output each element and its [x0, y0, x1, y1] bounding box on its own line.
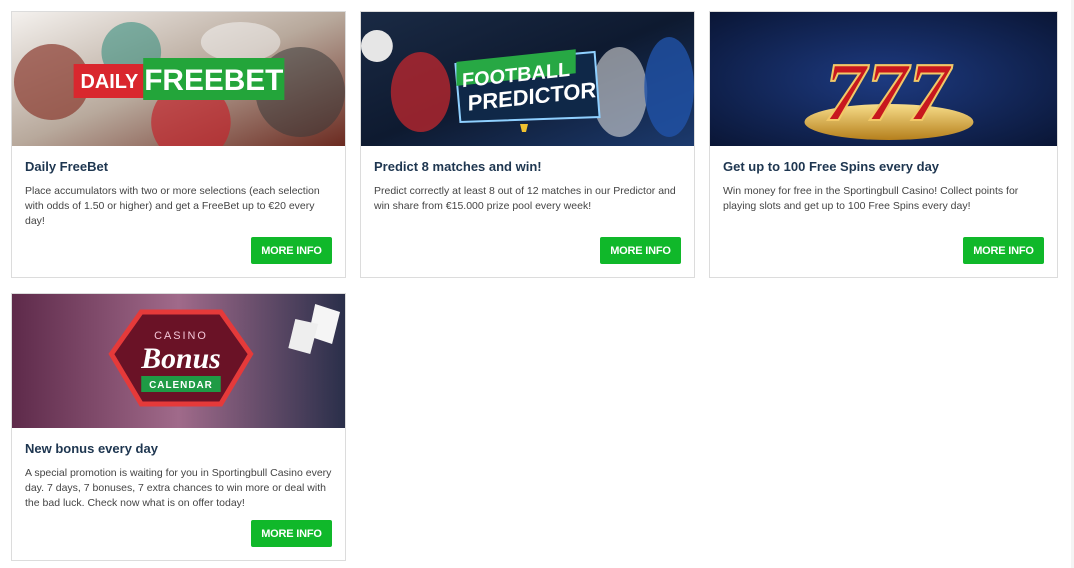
- promo-description: A special promotion is waiting for you i…: [25, 467, 332, 509]
- more-info-button[interactable]: MORE INFO: [963, 237, 1044, 264]
- more-info-button[interactable]: MORE INFO: [600, 237, 681, 264]
- promo-card-daily-freebet: DAILY FREEBET Daily FreeBet Place accumu…: [11, 11, 346, 278]
- daily-badge-text: DAILY: [81, 71, 139, 93]
- promo-title: New bonus every day: [25, 441, 158, 456]
- promo-banner-image[interactable]: DAILY FREEBET: [12, 12, 345, 146]
- freebet-badge-text: FREEBET: [144, 64, 283, 97]
- promo-description: Predict correctly at least 8 out of 12 m…: [374, 185, 676, 212]
- calendar-text: CALENDAR: [149, 380, 213, 391]
- football-predictor-banner: FOOTBALL PREDICTOR: [361, 12, 694, 146]
- daily-freebet-banner: DAILY FREEBET: [12, 12, 345, 146]
- promo-card-football-predictor: FOOTBALL PREDICTOR Predict 8 matches and…: [360, 11, 695, 278]
- bonus-calendar-banner: CASINO Bonus CALENDAR: [12, 294, 345, 428]
- promo-card-free-spins: 777 Get up to 100 Free Spins every day W…: [709, 11, 1058, 278]
- football-icon: [361, 30, 393, 62]
- bonus-text: Bonus: [140, 342, 221, 375]
- free-spins-banner: 777: [710, 12, 1057, 146]
- more-info-button[interactable]: MORE INFO: [251, 520, 332, 547]
- promo-title: Predict 8 matches and win!: [374, 159, 542, 174]
- promo-title: Daily FreeBet: [25, 159, 109, 174]
- promo-banner-image[interactable]: 777: [710, 12, 1057, 146]
- lucky-777-text: 777: [824, 46, 952, 139]
- promo-title: Get up to 100 Free Spins every day: [723, 159, 940, 174]
- casino-text: CASINO: [154, 330, 208, 342]
- more-info-button[interactable]: MORE INFO: [251, 237, 332, 264]
- promo-banner-image[interactable]: FOOTBALL PREDICTOR: [361, 12, 694, 146]
- promo-description: Win money for free in the Sportingbull C…: [723, 185, 1019, 212]
- promo-banner-image[interactable]: CASINO Bonus CALENDAR: [12, 294, 345, 428]
- promo-card-bonus-calendar: CASINO Bonus CALENDAR New bonus every da…: [11, 293, 346, 561]
- promo-description: Place accumulators with two or more sele…: [25, 185, 320, 227]
